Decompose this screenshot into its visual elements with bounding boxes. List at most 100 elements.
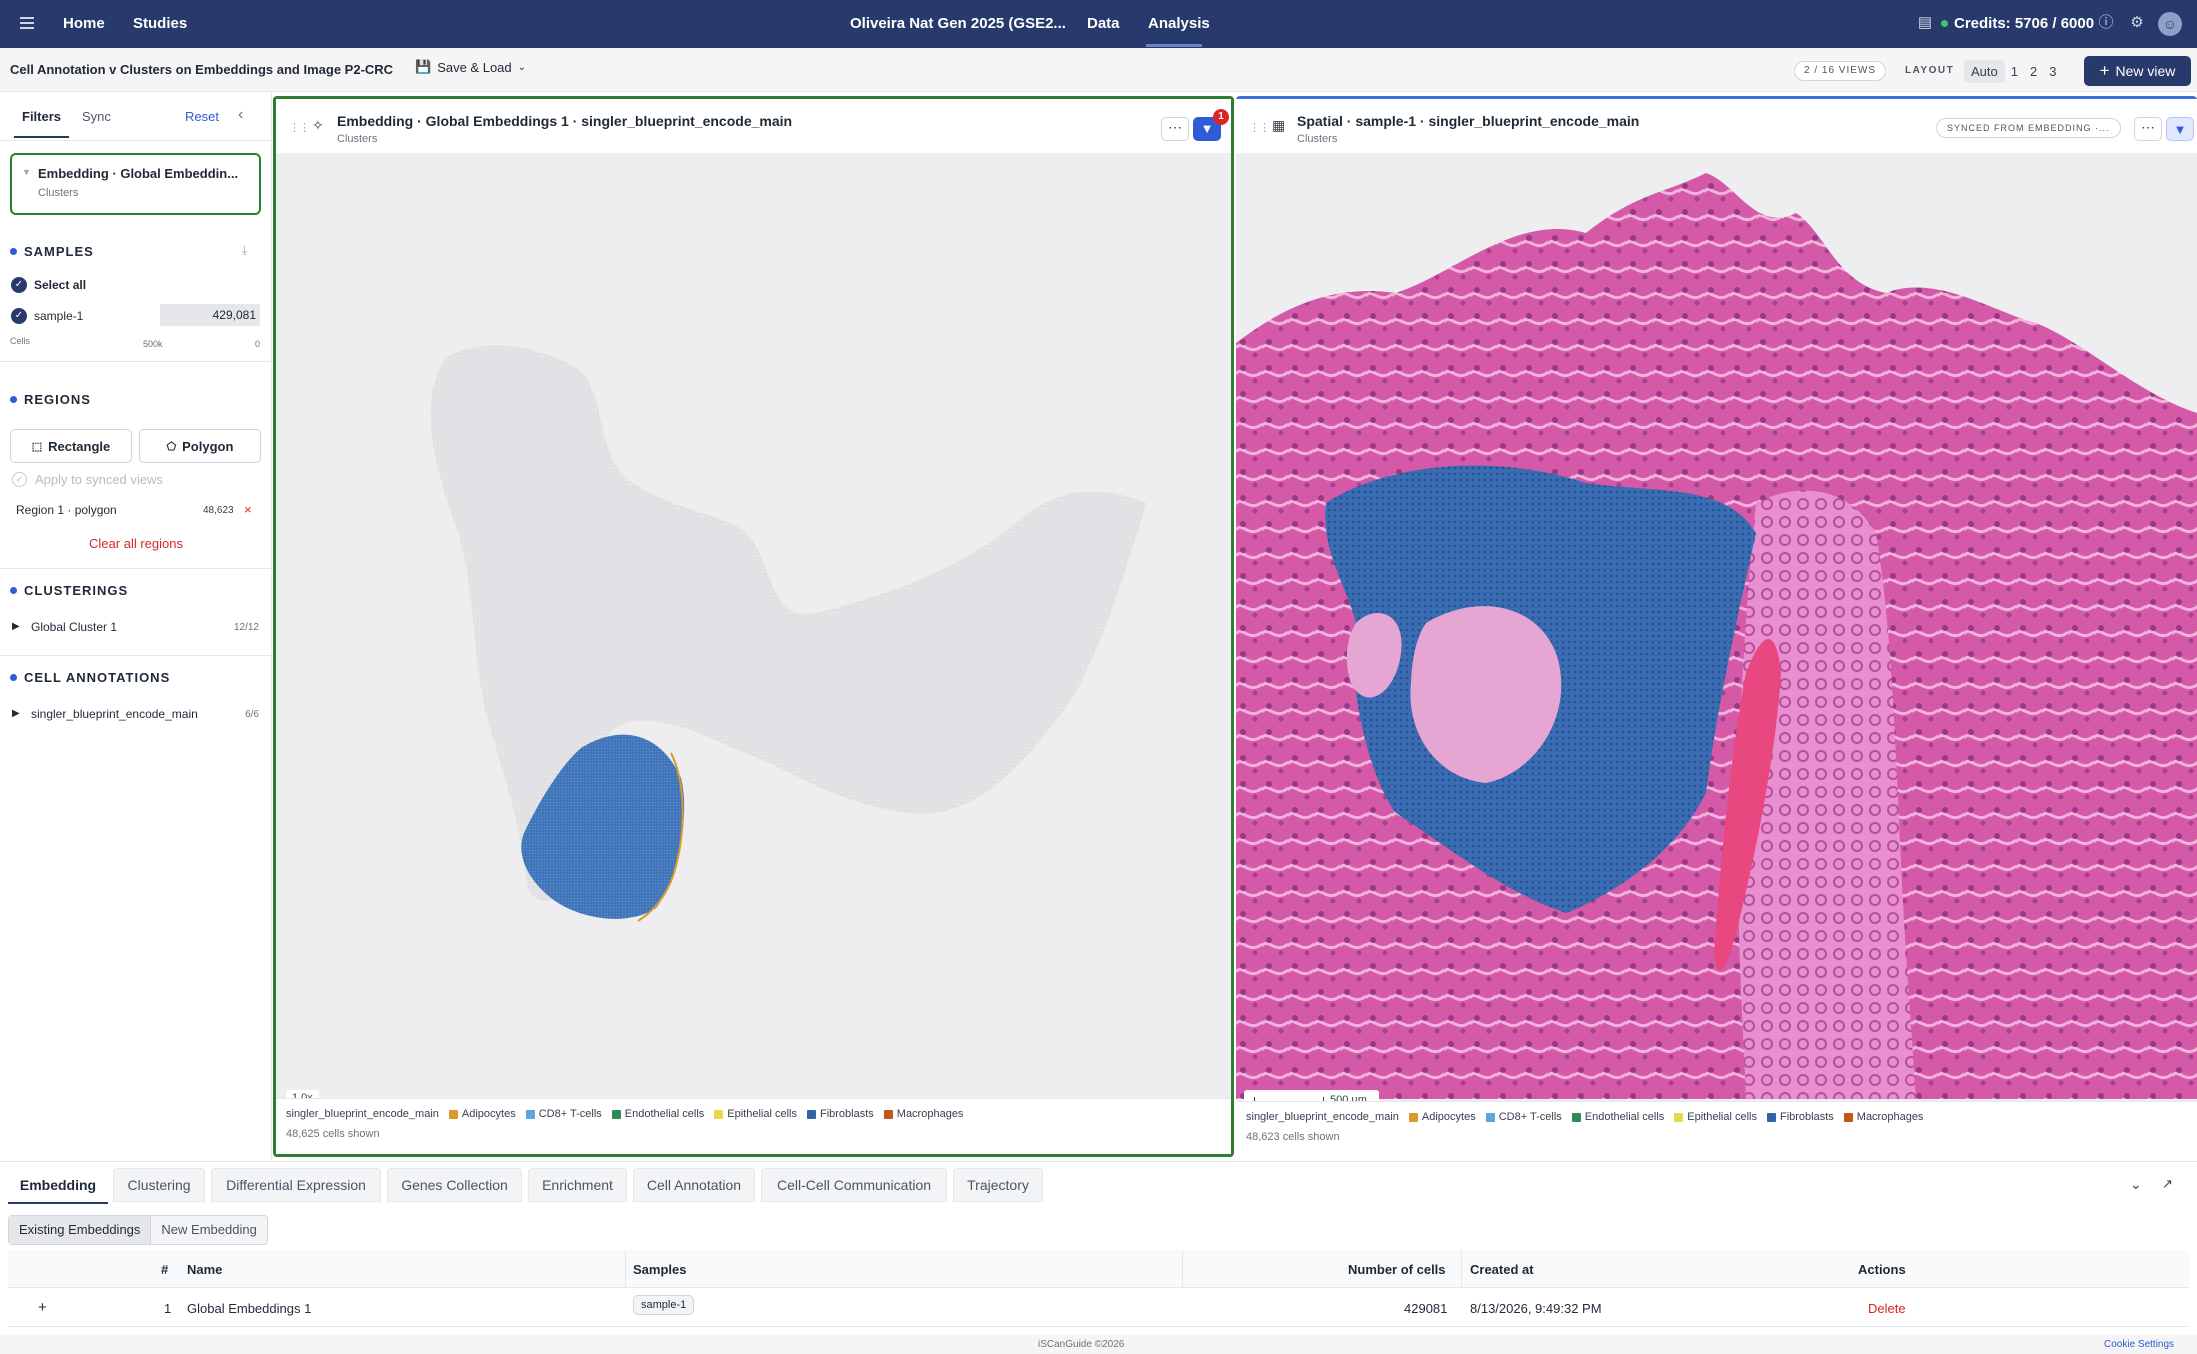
layout-1[interactable]: 1: [2005, 64, 2024, 79]
view-subtitle: Clusters: [1297, 133, 1338, 145]
tab-cell-annotation[interactable]: Cell Annotation: [633, 1168, 755, 1202]
more-options-button[interactable]: ⋯: [2134, 117, 2162, 141]
tab-differential-expression[interactable]: Differential Expression: [211, 1168, 381, 1202]
legend-swatch: [1766, 1112, 1776, 1122]
table-row[interactable]: + 1 Global Embeddings 1 sample-1 429081 …: [8, 1289, 2189, 1327]
active-view-card[interactable]: ▼ Embedding · Global Embeddin... Cluster…: [10, 153, 261, 215]
subtab-new-embedding[interactable]: New Embedding: [151, 1216, 266, 1244]
legend-item[interactable]: Adipocytes: [462, 1108, 516, 1120]
legend-item[interactable]: Epithelial cells: [727, 1108, 797, 1120]
samples-title: SAMPLES: [24, 244, 94, 259]
legend-swatch: [714, 1109, 724, 1119]
divider: [1461, 1250, 1462, 1288]
legend-item[interactable]: Fibroblasts: [1780, 1111, 1834, 1123]
download-icon[interactable]: ⤓: [242, 243, 247, 258]
legend-swatch: [1571, 1112, 1581, 1122]
tab-cell-cell-communication[interactable]: Cell-Cell Communication: [761, 1168, 947, 1202]
layout-3[interactable]: 3: [2043, 64, 2062, 79]
check-icon: ✓: [12, 472, 27, 487]
layout-2[interactable]: 2: [2024, 64, 2043, 79]
legend-item[interactable]: Fibroblasts: [820, 1108, 874, 1120]
apply-synced-checkbox[interactable]: ✓ Apply to synced views: [12, 472, 163, 487]
help-icon[interactable]: ⓘ: [2096, 13, 2116, 33]
section-dot: [10, 396, 17, 403]
legend-swatch: [1674, 1112, 1684, 1122]
save-load-label: Save & Load: [437, 59, 512, 75]
layout-auto[interactable]: Auto: [1964, 59, 2005, 83]
embedding-scatter[interactable]: [276, 153, 1231, 1099]
embedding-icon: ✧: [312, 117, 324, 133]
col-actions: Actions: [1858, 1262, 1906, 1277]
filter-button[interactable]: ▼: [2166, 117, 2194, 141]
annotation-count: 6/6: [245, 709, 259, 720]
clear-all-regions-button[interactable]: Clear all regions: [0, 536, 272, 551]
divider: [0, 655, 272, 656]
legend-item[interactable]: Adipocytes: [1422, 1111, 1476, 1123]
annotation-item[interactable]: singler_blueprint_encode_main: [31, 707, 198, 721]
cookie-settings-link[interactable]: Cookie Settings: [2104, 1339, 2174, 1350]
table-header: # Name Samples Number of cells Created a…: [8, 1250, 2189, 1288]
divider: [1182, 1250, 1183, 1288]
legend-row: singler_blueprint_encode_main Adipocytes…: [1246, 1111, 1923, 1123]
remove-region-icon[interactable]: ×: [244, 502, 252, 517]
more-options-button[interactable]: ⋯: [1161, 117, 1189, 141]
reset-button[interactable]: Reset: [185, 109, 219, 124]
legend-item[interactable]: CD8+ T-cells: [1499, 1111, 1562, 1123]
new-view-button[interactable]: + New view: [2084, 56, 2191, 86]
drag-handle-icon[interactable]: ⋮⋮: [289, 121, 310, 134]
legend-item[interactable]: CD8+ T-cells: [539, 1108, 602, 1120]
expand-window-icon[interactable]: ↗: [2162, 1176, 2173, 1192]
new-view-label: New view: [2115, 63, 2176, 79]
section-dot: [10, 587, 17, 594]
delete-button[interactable]: Delete: [1868, 1301, 1906, 1316]
divider: [0, 140, 272, 141]
active-view-subtitle: Clusters: [38, 187, 79, 199]
legend-item[interactable]: Endothelial cells: [625, 1108, 705, 1120]
sample-checkbox[interactable]: ✓: [11, 308, 27, 324]
menu-icon[interactable]: [20, 14, 42, 34]
expand-icon[interactable]: ▶: [12, 621, 20, 632]
tab-genes-collection[interactable]: Genes Collection: [387, 1168, 522, 1202]
col-created-at: Created at: [1470, 1262, 1534, 1277]
collapse-sidebar-icon[interactable]: ‹: [238, 106, 243, 124]
legend-item[interactable]: Macrophages: [897, 1108, 964, 1120]
nav-study-name[interactable]: Oliveira Nat Gen 2025 (GSE2...: [850, 15, 1066, 32]
nav-analysis[interactable]: Analysis: [1148, 15, 1210, 32]
expand-row-button[interactable]: +: [38, 1299, 47, 1316]
expand-icon[interactable]: ▶: [12, 708, 20, 719]
tab-trajectory[interactable]: Trajectory: [953, 1168, 1043, 1202]
tab-clustering[interactable]: Clustering: [113, 1168, 205, 1202]
save-load-button[interactable]: 💾 Save & Load ⌄: [415, 59, 526, 75]
tissue-image[interactable]: [1236, 153, 2197, 1099]
embedding-subtabs: Existing Embeddings New Embedding: [8, 1215, 268, 1245]
analysis-toolbar: Cell Annotation v Clusters on Embeddings…: [0, 48, 2197, 92]
tab-sync[interactable]: Sync: [82, 109, 111, 124]
legend-swatch: [611, 1109, 621, 1119]
plus-icon: +: [2099, 61, 2110, 80]
sample-count: 429,081: [212, 308, 256, 322]
avatar[interactable]: ☺: [2158, 12, 2182, 36]
select-all-checkbox[interactable]: ✓: [11, 277, 27, 293]
subtab-existing-embeddings[interactable]: Existing Embeddings: [9, 1216, 152, 1244]
legend-item[interactable]: Macrophages: [1857, 1111, 1924, 1123]
document-icon[interactable]: ▤: [1915, 13, 1935, 33]
cluster-legend: singler_blueprint_encode_main Adipocytes…: [276, 1098, 1231, 1154]
polygon-region-button[interactable]: ⬠ Polygon: [139, 429, 261, 463]
nav-data[interactable]: Data: [1087, 15, 1120, 32]
legend-item[interactable]: Epithelial cells: [1687, 1111, 1757, 1123]
tab-embedding[interactable]: Embedding: [8, 1168, 108, 1202]
nav-studies[interactable]: Studies: [133, 15, 187, 32]
tab-active-indicator: [8, 1202, 108, 1204]
gear-icon[interactable]: ⚙: [2127, 13, 2147, 33]
tab-filters[interactable]: Filters: [22, 109, 61, 124]
clustering-item[interactable]: Global Cluster 1: [31, 620, 117, 634]
chevron-down-icon[interactable]: ⌄: [2130, 1176, 2142, 1193]
legend-item[interactable]: Endothelial cells: [1585, 1111, 1665, 1123]
credits-status-dot: [1941, 20, 1948, 27]
rectangle-region-button[interactable]: ⬚ Rectangle: [10, 429, 132, 463]
legend-swatch: [525, 1109, 535, 1119]
tab-enrichment[interactable]: Enrichment: [528, 1168, 627, 1202]
filters-sidebar: Filters Sync Reset ‹ ▼ Embedding · Globa…: [0, 93, 272, 1161]
nav-home[interactable]: Home: [63, 15, 105, 32]
drag-handle-icon[interactable]: ⋮⋮: [1249, 121, 1270, 134]
